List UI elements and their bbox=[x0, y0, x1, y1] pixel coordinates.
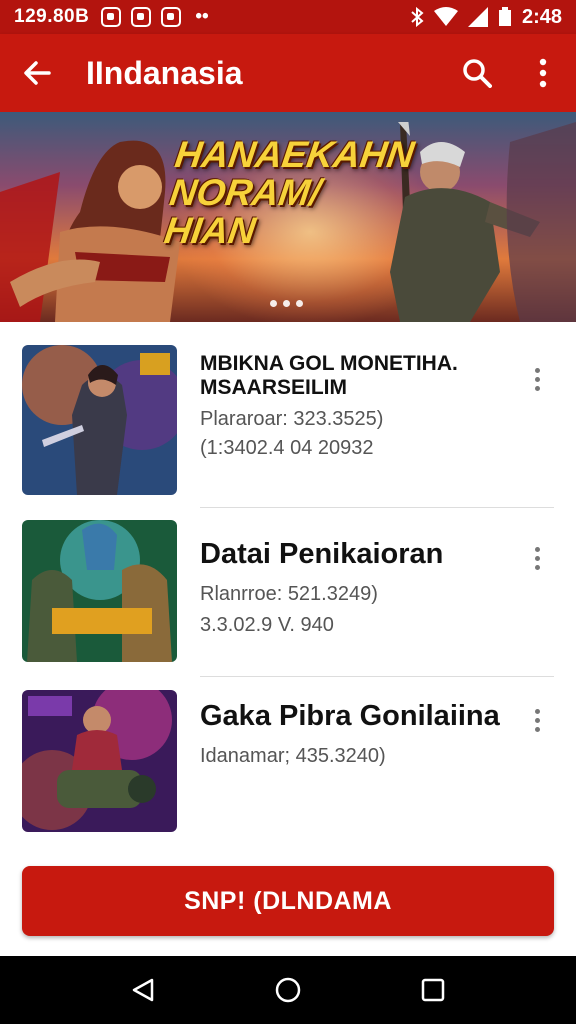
pager-dot[interactable] bbox=[283, 300, 290, 307]
more-vert-icon bbox=[539, 58, 547, 88]
more-dot bbox=[534, 546, 540, 552]
search-button[interactable] bbox=[444, 34, 510, 112]
list-item[interactable]: Datai Penikaioran Rlanrroe: 521.3249) 3.… bbox=[0, 508, 576, 678]
notification-icon bbox=[131, 7, 152, 27]
item-title: MBIKNA GOL MONETIHA. MSAARSEILIM bbox=[200, 352, 458, 400]
primary-action-button[interactable]: SNP! (DLNDAMA bbox=[22, 866, 554, 936]
game-thumbnail[interactable] bbox=[22, 345, 177, 495]
item-title-line-1: MBIKNA GOL MONETIHA. bbox=[200, 352, 458, 375]
list-divider bbox=[200, 676, 554, 677]
nav-back-button[interactable] bbox=[113, 960, 173, 1020]
overflow-menu-button[interactable] bbox=[510, 34, 576, 112]
app-bar: IIndanasia bbox=[0, 34, 576, 112]
item-text: Gaka Pibra Gonilaiina Idanamar; 435.3240… bbox=[200, 700, 500, 768]
item-title-line-2: MSAARSEILIM bbox=[200, 376, 347, 399]
more-dot bbox=[534, 367, 540, 373]
bluetooth-icon bbox=[411, 7, 424, 27]
item-title: Gaka Pibra Gonilaiina bbox=[200, 700, 500, 732]
search-icon bbox=[463, 59, 492, 88]
item-title: Datai Penikaioran bbox=[200, 538, 444, 570]
page-title: IIndanasia bbox=[86, 54, 243, 91]
game-artwork-2 bbox=[22, 520, 177, 662]
notification-icon bbox=[161, 7, 182, 27]
battery-icon bbox=[498, 7, 511, 26]
carousel-indicator[interactable] bbox=[270, 300, 303, 307]
more-dot bbox=[534, 717, 540, 723]
item-more-button[interactable] bbox=[522, 538, 552, 578]
system-nav-bar bbox=[0, 956, 576, 1024]
list-item[interactable]: Gaka Pibra Gonilaiina Idanamar; 435.3240… bbox=[0, 678, 576, 848]
status-clock: 2:48 bbox=[521, 5, 562, 28]
status-dots: •• bbox=[195, 6, 209, 27]
back-button[interactable] bbox=[0, 34, 74, 112]
nav-home-button[interactable] bbox=[258, 960, 318, 1020]
more-dot bbox=[534, 376, 540, 382]
headline-line-1: HANAEKAHN bbox=[172, 134, 417, 175]
game-thumbnail[interactable] bbox=[22, 520, 177, 662]
signal-icon bbox=[467, 7, 488, 27]
hero-banner[interactable]: HANAEKAHN NORAM/ HIAN bbox=[0, 112, 576, 322]
list-item[interactable]: MBIKNA GOL MONETIHA. MSAARSEILIM Plararo… bbox=[0, 322, 576, 508]
pager-dot[interactable] bbox=[270, 300, 277, 307]
status-bar: 129.80B •• 2:48 bbox=[0, 0, 576, 34]
more-dot bbox=[534, 708, 540, 714]
item-text: Datai Penikaioran Rlanrroe: 521.3249) 3.… bbox=[200, 538, 443, 637]
wifi-icon bbox=[433, 7, 458, 26]
nav-home-icon bbox=[275, 977, 301, 1003]
item-meta: Rlanrroe: 521.3249) bbox=[200, 583, 378, 605]
nav-recents-button[interactable] bbox=[403, 960, 463, 1020]
item-text: MBIKNA GOL MONETIHA. MSAARSEILIM Plararo… bbox=[200, 352, 458, 460]
game-artwork-3 bbox=[22, 690, 177, 832]
notification-icon bbox=[101, 7, 122, 27]
item-more-button[interactable] bbox=[522, 700, 552, 740]
game-artwork-1 bbox=[22, 345, 177, 495]
banner-headline: HANAEKAHN NORAM/ HIAN bbox=[161, 134, 417, 251]
more-dot bbox=[534, 385, 540, 391]
arrow-back-icon bbox=[24, 61, 51, 85]
pager-dot[interactable] bbox=[296, 300, 303, 307]
game-thumbnail[interactable] bbox=[22, 690, 177, 832]
more-dot bbox=[534, 555, 540, 561]
nav-back-icon bbox=[132, 978, 153, 1002]
item-more-button[interactable] bbox=[522, 359, 552, 399]
more-dot bbox=[534, 564, 540, 570]
item-meta: 3.3.02.9 V. 940 bbox=[200, 614, 334, 636]
item-meta: Plararoar: 323.3525) bbox=[200, 408, 384, 430]
item-meta: (1:3402.4 04 20932 bbox=[200, 437, 374, 459]
nav-recents-icon bbox=[422, 978, 445, 1002]
headline-line-2: NORAM/ HIAN bbox=[161, 172, 323, 251]
more-dot bbox=[534, 726, 540, 732]
status-left-text: 129.80B bbox=[14, 6, 90, 27]
item-meta: Idanamar; 435.3240) bbox=[200, 745, 386, 767]
game-list: MBIKNA GOL MONETIHA. MSAARSEILIM Plararo… bbox=[0, 322, 576, 848]
notification-icons bbox=[101, 7, 182, 27]
